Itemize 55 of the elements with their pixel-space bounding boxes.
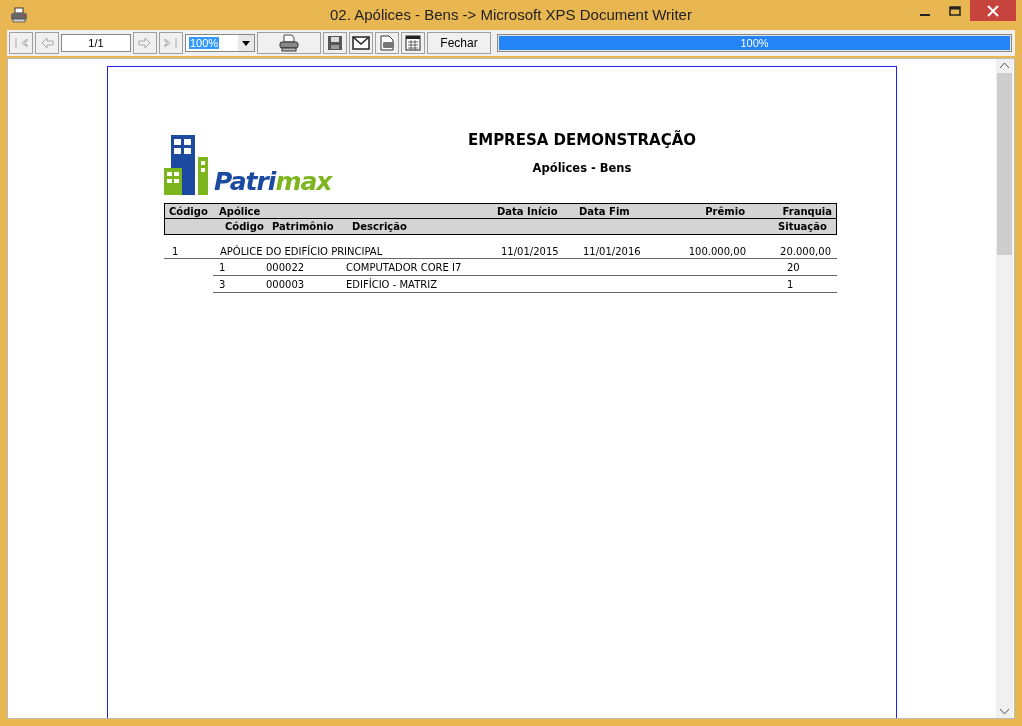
printer-icon bbox=[278, 34, 300, 52]
right-arrow-icon bbox=[137, 36, 153, 50]
calculator-button[interactable] bbox=[401, 32, 425, 54]
column-header: Código bbox=[224, 221, 265, 232]
table-cell-text: EDIFÍCIO - MATRIZ bbox=[345, 278, 438, 290]
calculator-icon bbox=[405, 35, 421, 51]
table-cell-text: 3 bbox=[218, 278, 227, 290]
scroll-down-icon[interactable] bbox=[1000, 708, 1009, 714]
table-cell-text: 1 bbox=[786, 278, 795, 290]
window-title: 02. Apólices - Bens -> Microsoft XPS Document Writer bbox=[329, 6, 693, 23]
left-arrow-icon bbox=[39, 36, 55, 50]
caret-icon bbox=[242, 40, 250, 46]
email-button[interactable] bbox=[349, 32, 373, 54]
scroll-up-icon[interactable] bbox=[1000, 63, 1009, 69]
column-header: Data Início bbox=[496, 205, 559, 217]
table-cell-text: COMPUTADOR CORE I7 bbox=[345, 261, 463, 273]
first-page-icon bbox=[13, 36, 29, 50]
table-cell-text: 1 bbox=[171, 246, 180, 257]
column-header: Descrição bbox=[351, 221, 408, 232]
scroll-thumb[interactable] bbox=[997, 73, 1012, 255]
close-button[interactable] bbox=[970, 0, 1016, 21]
column-header: Patrimônio bbox=[271, 221, 335, 232]
report-title: Apólices - Bens bbox=[531, 161, 633, 175]
save-button[interactable] bbox=[323, 32, 347, 54]
document-printer-icon bbox=[378, 34, 396, 52]
vertical-scrollbar[interactable] bbox=[996, 59, 1013, 718]
printer-icon bbox=[10, 7, 28, 23]
close-report-button[interactable]: Fechar bbox=[427, 32, 491, 54]
envelope-icon bbox=[352, 36, 370, 50]
table-cell-text: 11/01/2016 bbox=[582, 246, 642, 257]
table-cell-text: APÓLICE DO EDIFÍCIO PRINCIPAL bbox=[219, 246, 384, 257]
last-page-icon bbox=[163, 36, 179, 50]
table-cell-text: 20.000,00 bbox=[779, 246, 832, 257]
print-button[interactable] bbox=[257, 32, 321, 54]
table-cell-text: 100.000,00 bbox=[687, 246, 747, 257]
logo-text: Patrimax bbox=[214, 167, 332, 197]
table-cell-text: 000003 bbox=[265, 278, 306, 290]
save-icon bbox=[327, 35, 343, 51]
export-button[interactable] bbox=[375, 32, 399, 54]
column-header: Prêmio bbox=[704, 205, 746, 217]
progress-reading: 100% bbox=[739, 37, 770, 49]
column-header: Apólice bbox=[218, 205, 262, 217]
page-field[interactable]: 1/1 bbox=[61, 34, 131, 52]
minimize-icon bbox=[920, 13, 930, 16]
column-header: Código bbox=[168, 205, 209, 217]
close-icon bbox=[987, 4, 999, 17]
column-header: Franquia bbox=[781, 205, 833, 217]
maximize-icon bbox=[949, 5, 961, 16]
column-header: Data Fim bbox=[578, 205, 631, 217]
table-cell-text: 20 bbox=[786, 261, 801, 273]
column-header: Situação bbox=[777, 221, 828, 232]
table-cell-text: 000022 bbox=[265, 261, 306, 273]
company-name: EMPRESA DEMONSTRAÇÃO bbox=[466, 131, 698, 149]
table-cell-text: 11/01/2015 bbox=[500, 246, 560, 257]
table-cell-text: 1 bbox=[218, 261, 227, 273]
